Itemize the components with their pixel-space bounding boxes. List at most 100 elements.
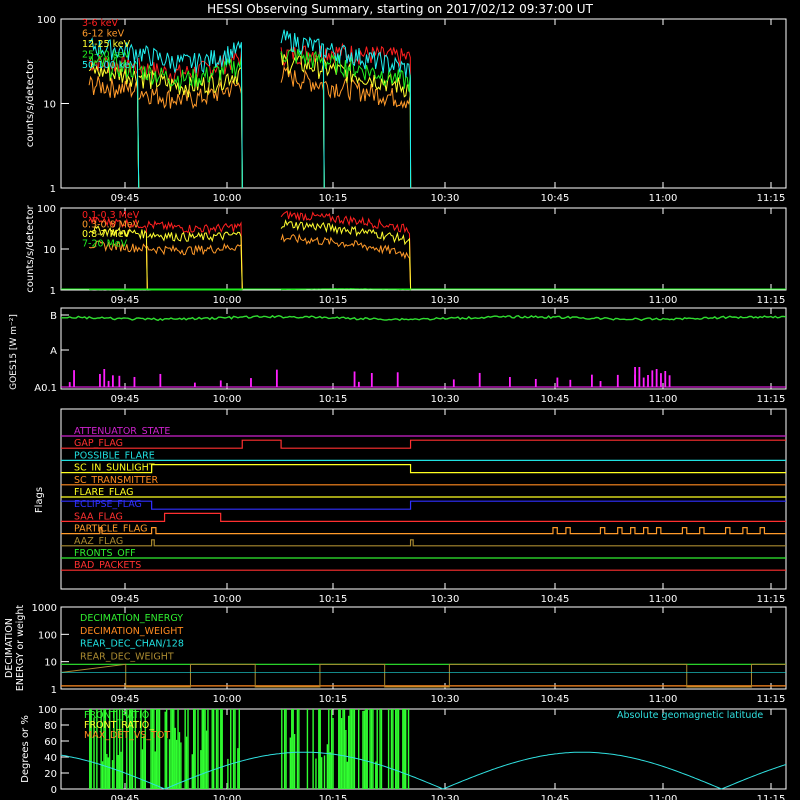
- ratio-bar: [171, 709, 174, 789]
- x-tick-label: 10:30: [431, 295, 460, 306]
- ratio-bar: [330, 709, 333, 789]
- spike-mark: [111, 375, 114, 387]
- x-tick-label: 11:00: [649, 794, 678, 800]
- ratio-bar: [164, 711, 166, 789]
- ratio-bar: [293, 734, 296, 789]
- legend-entry: 7-20 MeV: [82, 239, 128, 250]
- spike-mark: [660, 373, 662, 387]
- plot-title: HESSI Observing Summary, starting on 201…: [207, 2, 593, 16]
- x-tick-label: 11:00: [649, 394, 678, 405]
- spike-mark: [452, 379, 455, 387]
- x-tick-label: 09:45: [111, 295, 140, 306]
- ratio-bar: [319, 709, 321, 789]
- x-tick-label: 11:00: [649, 193, 678, 204]
- x-tick-label: 10:15: [319, 295, 348, 306]
- spike-mark: [219, 380, 222, 387]
- ratio-bar: [158, 709, 161, 789]
- x-tick-label: 10:45: [541, 193, 570, 204]
- ratio-bar: [363, 710, 366, 789]
- ratio-bar: [207, 709, 209, 789]
- y-tick-label: 60: [44, 737, 57, 748]
- x-tick-label: 10:45: [541, 594, 570, 605]
- y-tick-label: 20: [44, 769, 57, 780]
- flag-label: PARTICLE_FLAG: [74, 524, 147, 535]
- ratio-bar: [349, 709, 351, 789]
- ratio-bar: [173, 709, 175, 789]
- spike-mark: [370, 373, 373, 387]
- y-tick-label: 40: [44, 753, 57, 764]
- ratio-bar: [379, 709, 381, 789]
- flag-label: BAD_PACKETS: [74, 560, 141, 571]
- ratio-bar: [370, 709, 373, 789]
- x-tick-label: 10:15: [319, 193, 348, 204]
- y-tick-label: 100: [37, 204, 56, 215]
- ratio-bar: [285, 709, 287, 789]
- y-tick-label: 10: [43, 100, 56, 111]
- ratio-bar: [215, 709, 218, 789]
- legend-entry: REAR_DEC_CHAN/128: [80, 639, 184, 650]
- ratio-bar: [318, 709, 320, 789]
- ratio-bar: [357, 709, 360, 789]
- x-tick-label: 10:45: [541, 794, 570, 800]
- ratio-bar: [390, 709, 393, 789]
- y-tick-label: B: [50, 311, 57, 322]
- x-tick-label: 10:45: [541, 295, 570, 306]
- ratio-bar: [342, 709, 344, 789]
- ratio-bar: [365, 709, 367, 789]
- legend-entry: MAX_DET_VS_TOT: [84, 730, 170, 741]
- x-tick-label: 09:45: [111, 694, 140, 705]
- ratio-bar: [220, 709, 222, 789]
- spike-mark: [103, 369, 106, 387]
- ratio-bar: [281, 709, 283, 789]
- ratio-bar: [177, 709, 179, 789]
- ratio-bar: [323, 755, 326, 789]
- x-tick-label: 11:15: [757, 193, 786, 204]
- spike-mark: [642, 377, 645, 387]
- flag-label: FRONTS_OFF: [74, 548, 136, 559]
- ratio-bar: [191, 754, 193, 789]
- ratio-bar: [227, 758, 229, 789]
- ratio-bar: [312, 709, 314, 789]
- ratio-bar: [154, 751, 156, 789]
- y-axis-label: ENERGY or weight: [15, 605, 26, 691]
- ratio-bar: [320, 757, 323, 789]
- x-tick-label: 11:15: [757, 394, 786, 405]
- x-tick-label: 11:00: [649, 694, 678, 705]
- ratio-bar: [168, 739, 171, 789]
- x-tick-label: 10:30: [431, 394, 460, 405]
- y-tick-label: 1: [50, 184, 56, 195]
- x-tick-label: 10:00: [213, 694, 242, 705]
- x-tick-label: 10:30: [431, 193, 460, 204]
- y-tick-label: A0.1: [34, 383, 57, 394]
- x-tick-label: 10:15: [319, 794, 348, 800]
- x-tick-label: 11:00: [649, 295, 678, 306]
- ratio-bar: [338, 709, 340, 789]
- ratio-bar: [204, 709, 206, 789]
- ratio-bar: [392, 709, 394, 789]
- spike-mark: [357, 381, 360, 387]
- ratio-bar: [326, 744, 329, 789]
- legend-entry: 6-12 keV: [82, 29, 125, 40]
- spike-mark: [68, 382, 71, 387]
- y-tick-label: A: [50, 346, 57, 357]
- ratio-bar: [332, 717, 334, 789]
- legend-entry: Absolute geomagnetic latitude: [617, 710, 763, 721]
- ratio-bar: [157, 709, 159, 789]
- ratio-bar: [117, 754, 119, 789]
- ratio-bar: [107, 757, 109, 789]
- spike-mark: [478, 372, 481, 387]
- spike-mark: [638, 367, 641, 387]
- ratio-bar: [292, 709, 294, 789]
- spike-mark: [569, 379, 572, 387]
- flag-label: AAZ_FLAG: [74, 536, 123, 547]
- ratio-bar: [328, 709, 330, 789]
- ratio-bar: [291, 709, 293, 789]
- ratio-bar: [178, 732, 181, 789]
- ratio-bar: [346, 761, 348, 789]
- ratio-bar: [202, 709, 205, 789]
- y-tick-label: 80: [44, 721, 57, 732]
- ratio-bar: [205, 730, 208, 789]
- ratio-bar: [387, 709, 390, 789]
- x-tick-label: 10:15: [319, 394, 348, 405]
- ratio-bar: [348, 715, 350, 789]
